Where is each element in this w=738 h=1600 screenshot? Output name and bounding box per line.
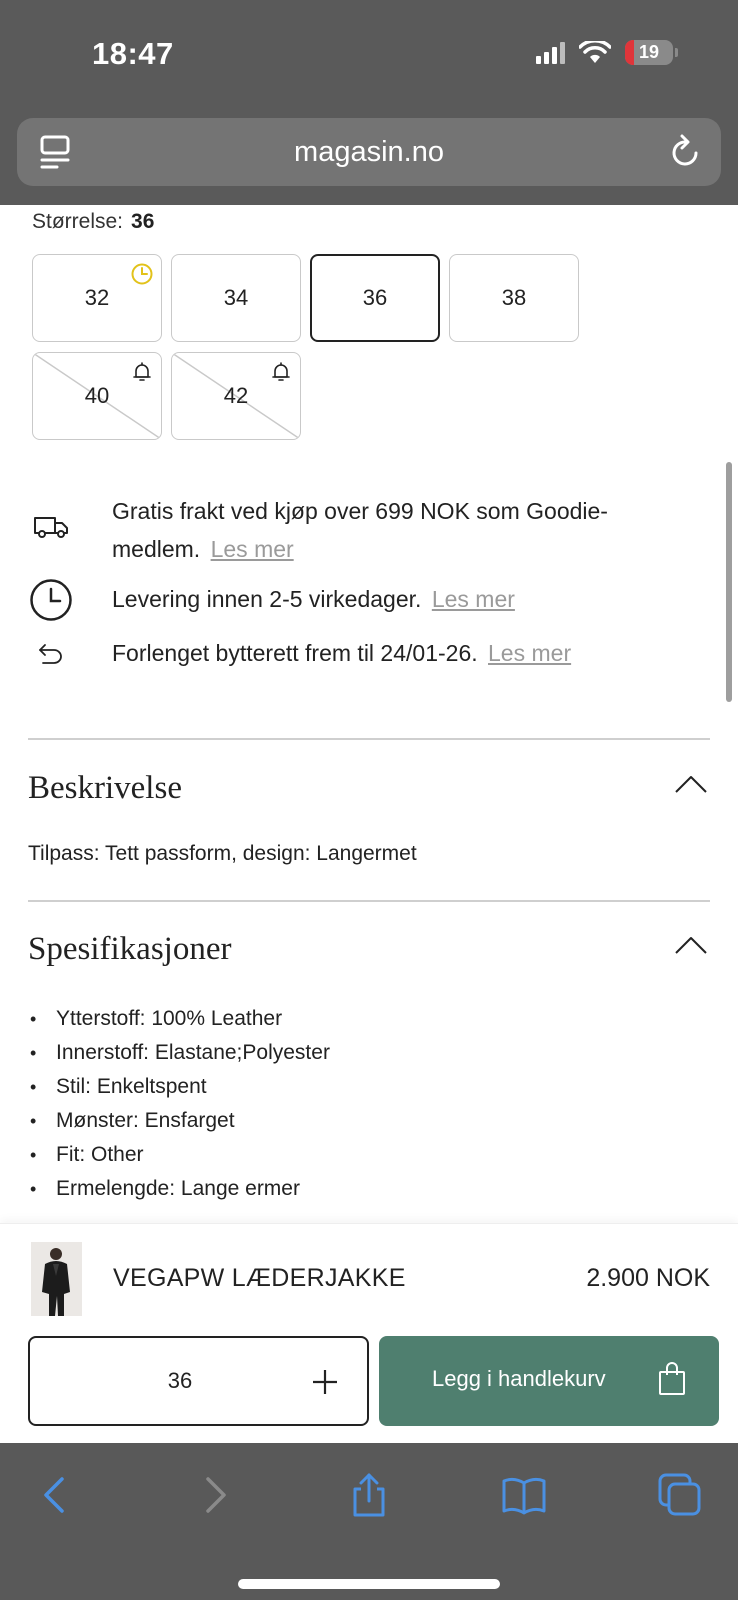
selected-size-value: 36 xyxy=(131,210,155,233)
size-option-label: 42 xyxy=(223,383,249,408)
address-bar[interactable]: magasin.no xyxy=(17,118,721,186)
shipping-read-more-link[interactable]: Les mer xyxy=(211,536,294,562)
size-option-34[interactable]: 34 xyxy=(171,254,301,342)
delivery-info-text: Levering innen 2-5 virkedager. xyxy=(112,586,422,612)
description-title[interactable]: Beskrivelse xyxy=(28,770,182,807)
wifi-icon xyxy=(579,40,611,63)
cellular-signal-icon xyxy=(536,41,565,64)
selected-size-display: 36 xyxy=(167,1368,193,1393)
url-text[interactable]: magasin.no xyxy=(17,136,721,169)
size-option-36[interactable]: 36 xyxy=(310,254,440,342)
specifications-title[interactable]: Spesifikasjoner xyxy=(28,931,231,968)
chevron-up-icon[interactable] xyxy=(674,774,708,794)
return-info: Forlenget bytterett frem til 24/01-26. L… xyxy=(112,634,672,672)
size-option-label: 38 xyxy=(501,285,527,310)
return-read-more-link[interactable]: Les mer xyxy=(488,640,571,666)
size-option-label: 34 xyxy=(223,285,249,310)
size-option-38[interactable]: 38 xyxy=(449,254,579,342)
size-quantity-selector[interactable]: 36 xyxy=(28,1336,369,1426)
shopping-bag-icon xyxy=(659,1362,685,1395)
product-price: 2.900 NOK xyxy=(586,1264,710,1292)
spec-item: Ytterstoff: 100% Leather xyxy=(28,1002,330,1036)
product-image xyxy=(31,1242,82,1316)
forward-icon[interactable] xyxy=(192,1473,236,1517)
return-info-text: Forlenget bytterett frem til 24/01-26. xyxy=(112,640,478,666)
add-to-cart-button[interactable]: Legg i handlekurv xyxy=(379,1336,719,1426)
specifications-list: Ytterstoff: 100% Leather Innerstoff: Ela… xyxy=(28,1002,330,1206)
size-option-40[interactable]: 40 xyxy=(32,352,162,440)
battery-icon: 19 xyxy=(625,40,673,65)
product-name: VEGAPW LÆDERJAKKE xyxy=(113,1264,406,1292)
back-icon[interactable] xyxy=(34,1473,78,1517)
reload-icon[interactable] xyxy=(669,133,703,171)
sticky-purchase-bar: VEGAPW LÆDERJAKKE 2.900 NOK 36 Legg i ha… xyxy=(0,1223,738,1443)
description-text: Tilpass: Tett passform, design: Langerme… xyxy=(28,842,417,865)
add-to-cart-label: Legg i handlekurv xyxy=(432,1366,606,1391)
page-scrollbar[interactable] xyxy=(726,462,732,702)
size-option-32[interactable]: 32 xyxy=(32,254,162,342)
delivery-read-more-link[interactable]: Les mer xyxy=(432,586,515,612)
browser-top-chrome: 18:47 19 magasin.no xyxy=(0,0,738,205)
spec-item: Ermelengde: Lange ermer xyxy=(28,1172,330,1206)
clock-icon xyxy=(131,263,153,285)
size-option-label: 32 xyxy=(84,285,110,310)
bookmarks-icon[interactable] xyxy=(502,1473,546,1517)
spec-item: Fit: Other xyxy=(28,1138,330,1172)
battery-level: 19 xyxy=(638,42,660,62)
size-option-label: 36 xyxy=(362,285,388,310)
spec-item: Innerstoff: Elastane;Polyester xyxy=(28,1036,330,1070)
spec-item: Stil: Enkeltspent xyxy=(28,1070,330,1104)
bell-icon[interactable] xyxy=(131,361,153,383)
shipping-info-text: Gratis frakt ved kjøp over 699 NOK som G… xyxy=(112,498,608,562)
browser-bottom-toolbar xyxy=(0,1443,738,1600)
plus-icon[interactable] xyxy=(311,1368,339,1396)
battery-indicator: 19 xyxy=(625,40,678,65)
delivery-truck-icon xyxy=(34,517,68,538)
status-time: 18:47 xyxy=(92,36,174,71)
chevron-up-icon[interactable] xyxy=(674,935,708,955)
divider xyxy=(28,900,710,902)
home-indicator[interactable] xyxy=(238,1579,500,1589)
bell-icon[interactable] xyxy=(270,361,292,383)
size-option-42[interactable]: 42 xyxy=(171,352,301,440)
shipping-info: Gratis frakt ved kjøp over 699 NOK som G… xyxy=(112,492,672,568)
share-icon[interactable] xyxy=(347,1473,391,1517)
return-arrow-icon xyxy=(39,644,62,664)
size-option-label: 40 xyxy=(84,383,110,408)
clock-icon xyxy=(30,579,72,621)
tabs-icon[interactable] xyxy=(658,1473,702,1517)
spec-item: Mønster: Ensfarget xyxy=(28,1104,330,1138)
divider xyxy=(28,738,710,740)
size-label-text: Størrelse: xyxy=(32,210,124,233)
size-label: Størrelse: 36 xyxy=(32,210,154,234)
delivery-info: Levering innen 2-5 virkedager. Les mer xyxy=(112,580,672,618)
product-thumbnail xyxy=(31,1242,82,1316)
status-icons: 19 xyxy=(536,40,678,65)
